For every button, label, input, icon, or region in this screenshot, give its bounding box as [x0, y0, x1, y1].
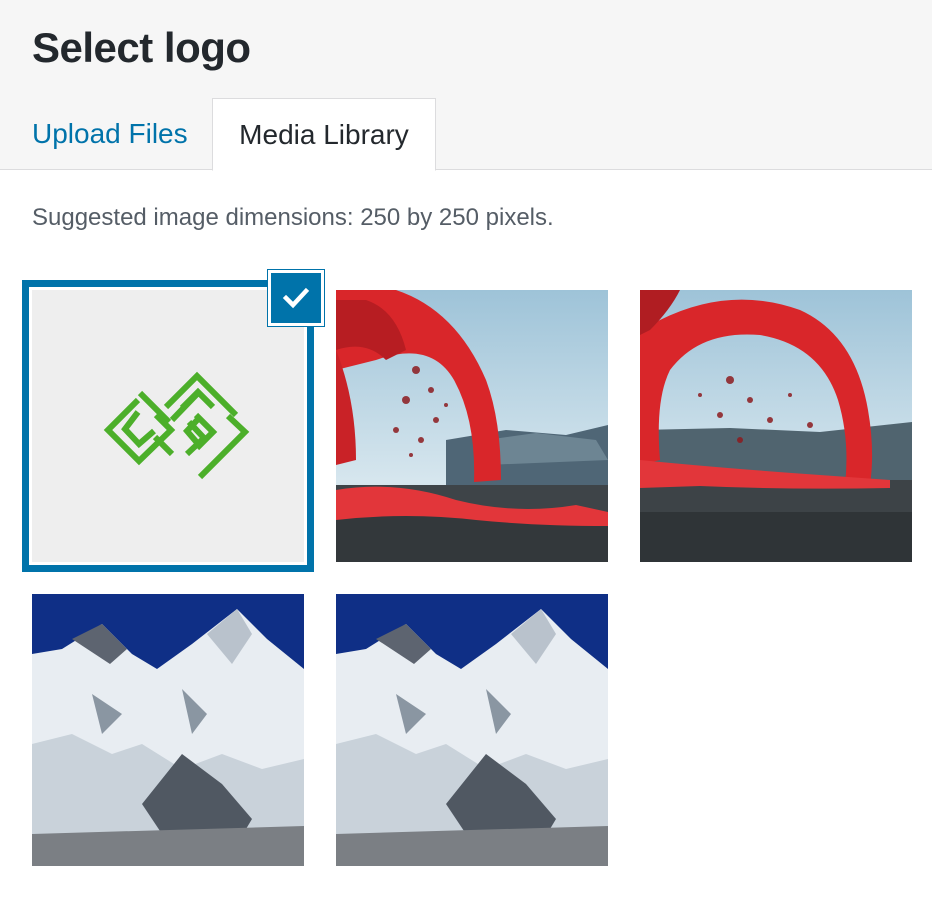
checkmark-icon [282, 287, 310, 309]
mountain-photo [336, 594, 608, 866]
media-item-lava-2[interactable] [640, 290, 912, 562]
selected-checkmark-icon[interactable] [268, 270, 324, 326]
suggested-dimensions-hint: Suggested image dimensions: 250 by 250 p… [32, 204, 554, 231]
media-item-mountain-1[interactable] [32, 594, 304, 866]
tab-media-library[interactable]: Media Library [212, 98, 436, 171]
media-item-logo[interactable] [32, 290, 304, 562]
mountain-photo [32, 594, 304, 866]
lava-photo [336, 290, 608, 562]
media-item-mountain-2[interactable] [336, 594, 608, 866]
tab-upload-files[interactable]: Upload Files [32, 98, 188, 170]
green-logo-image [103, 371, 250, 480]
lava-photo [640, 290, 912, 562]
modal-header: Select logo Upload Files Media Library [0, 0, 932, 171]
media-item-lava-1[interactable] [336, 290, 608, 562]
modal-title: Select logo [32, 24, 251, 71]
